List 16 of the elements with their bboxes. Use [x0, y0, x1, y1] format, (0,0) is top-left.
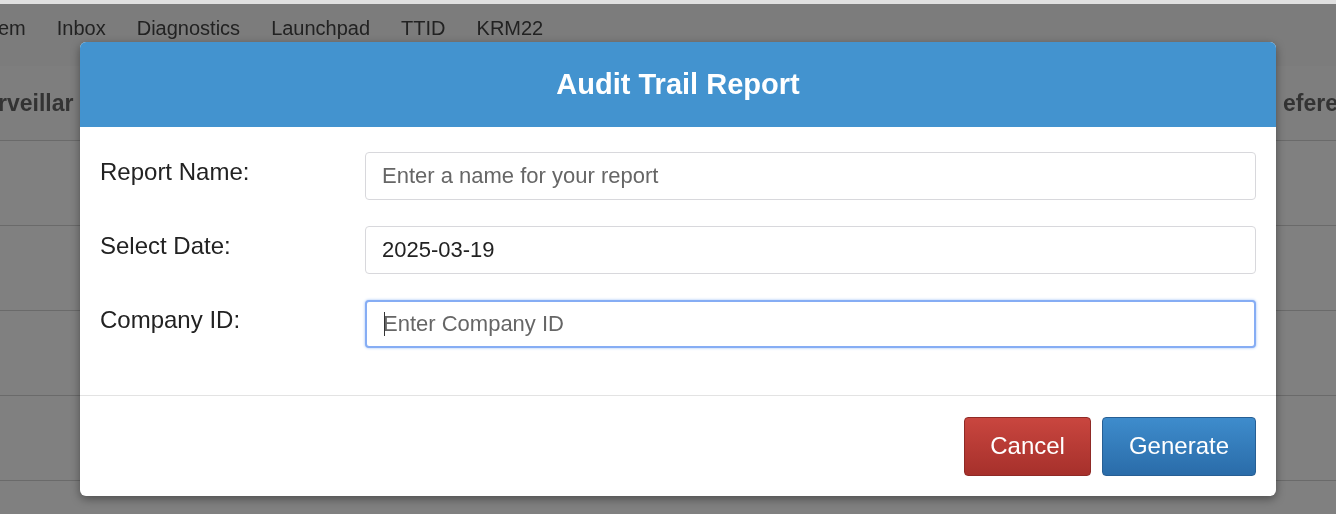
nav-link[interactable]: Inbox — [56, 17, 106, 39]
cancel-button[interactable]: Cancel — [964, 416, 1091, 476]
nav-link[interactable]: Launchpad — [271, 17, 371, 39]
text-cursor — [384, 312, 385, 336]
dialog-title: Audit Trail Report — [556, 68, 800, 101]
generate-button[interactable]: Generate — [1101, 416, 1256, 476]
nav-link[interactable]: KRM22 — [476, 17, 544, 39]
nav-link[interactable]: Diagnostics — [136, 17, 241, 39]
nav-link[interactable]: TTID — [401, 17, 446, 39]
field-label: Select Date: — [100, 232, 232, 260]
input-field[interactable]: Enter a name for your report — [365, 152, 1256, 200]
field-label: Report Name: — [100, 158, 251, 186]
column-header: rveillar — [0, 89, 74, 117]
input-field[interactable]: Enter Company ID — [365, 300, 1256, 348]
input-field[interactable]: 2025-03-19 — [365, 226, 1256, 274]
field-label: Company ID: — [100, 306, 242, 334]
